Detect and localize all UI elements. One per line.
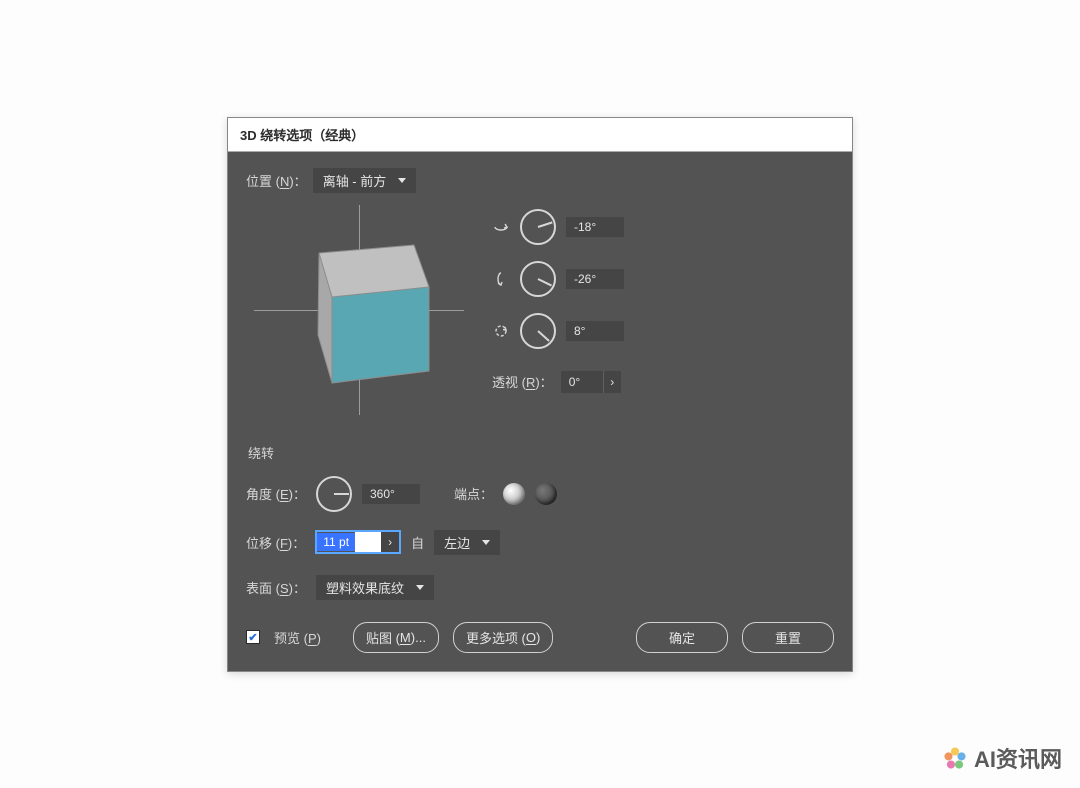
map-art-button[interactable]: 贴图 (M)... [353,622,439,653]
cap-off-toggle[interactable] [535,483,557,505]
rotate-x-value[interactable]: -18° [566,217,624,237]
angle-value[interactable]: 360° [362,484,420,504]
preview-checkbox[interactable]: ✔ [246,630,260,644]
cube-icon [254,205,464,415]
surface-label: 表面 (S)： [246,578,306,597]
rotate-y-value[interactable]: -26° [566,269,624,289]
perspective-row: 透视 (R)： 0° › [492,371,624,393]
rotate-y-dial[interactable] [520,261,556,297]
chevron-down-icon [416,585,424,590]
perspective-spinner[interactable]: 0° › [561,371,621,393]
cap-on-toggle[interactable] [503,483,525,505]
rotate-z-value[interactable]: 8° [566,321,624,341]
dialog-title: 3D 绕转选项（经典） [228,118,852,152]
ok-button[interactable]: 确定 [636,622,728,653]
revolve-section: 绕转 角度 (E)： 360° 端点： 位移 (F)： 11 pt [246,443,834,555]
rotate-z-row: 8° [492,313,624,349]
offset-row: 位移 (F)： 11 pt › 自 左边 [246,530,834,555]
offset-input[interactable]: 11 pt › [315,530,401,554]
rotate-z-dial[interactable] [520,313,556,349]
chevron-down-icon [398,178,406,183]
orientation-area: -18° -26° 8° [246,205,834,415]
surface-dropdown[interactable]: 塑料效果底纹 [316,575,434,600]
position-row: 位置 (N)： 离轴 - 前方 [246,168,834,193]
angle-dial[interactable] [316,476,352,512]
watermark-text: AI资讯网 [974,742,1062,774]
position-dropdown[interactable]: 离轴 - 前方 [313,168,417,193]
position-label: 位置 (N)： [246,171,307,190]
revolve-title: 绕转 [248,443,834,462]
rotate-x-icon [492,218,510,236]
footer: ✔ 预览 (P) 贴图 (M)... 更多选项 (O) 确定 重置 [246,622,834,653]
cube-preview[interactable] [254,205,464,415]
from-dropdown[interactable]: 左边 [434,530,500,555]
cap-label: 端点： [454,484,493,503]
perspective-value: 0° [561,372,603,392]
surface-value: 塑料效果底纹 [326,578,404,597]
rotation-controls: -18° -26° 8° [492,209,624,393]
perspective-label: 透视 (R)： [492,372,553,391]
offset-value: 11 pt [317,533,355,551]
position-value: 离轴 - 前方 [323,171,387,190]
rotate-x-dial[interactable] [520,209,556,245]
flower-icon [942,745,968,771]
dialog-body: 位置 (N)： 离轴 - 前方 [228,152,852,671]
rotate-y-icon [492,270,510,288]
more-options-button[interactable]: 更多选项 (O) [453,622,553,653]
chevron-right-icon[interactable]: › [381,532,399,552]
surface-row: 表面 (S)： 塑料效果底纹 [246,575,834,600]
chevron-down-icon [482,540,490,545]
offset-label: 位移 (F)： [246,533,305,552]
rotate-z-icon [492,322,510,340]
chevron-right-icon[interactable]: › [603,371,621,393]
rotate-x-row: -18° [492,209,624,245]
angle-row: 角度 (E)： 360° 端点： [246,476,834,512]
preview-label[interactable]: 预览 (P) [274,628,321,647]
angle-label: 角度 (E)： [246,484,306,503]
from-value: 左边 [444,533,470,552]
reset-button[interactable]: 重置 [742,622,834,653]
from-label: 自 [411,533,424,552]
rotate-y-row: -26° [492,261,624,297]
watermark: AI资讯网 [942,742,1062,774]
dialog-3d-revolve: 3D 绕转选项（经典） 位置 (N)： 离轴 - 前方 [227,117,853,672]
